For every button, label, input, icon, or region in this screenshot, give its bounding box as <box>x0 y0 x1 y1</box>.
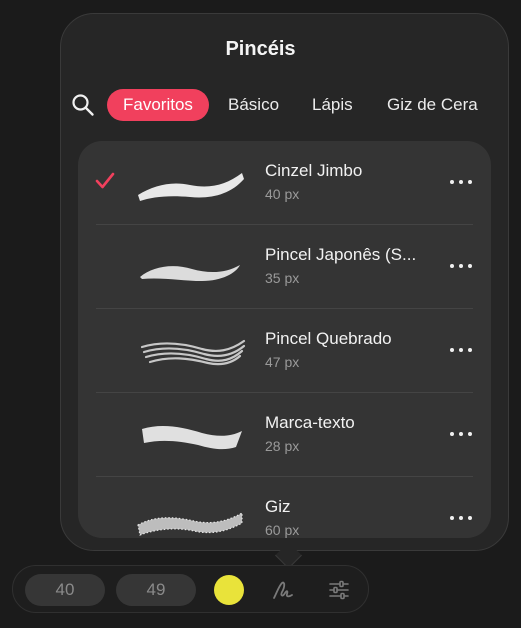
brush-preview-giz <box>137 511 243 536</box>
brush-name: Cinzel Jimbo <box>265 161 363 180</box>
brush-list: Cinzel Jimbo 40 px Pincel Japonês (S... … <box>78 141 491 538</box>
brush-size: 28 px <box>265 438 300 454</box>
tab-giz-de-cera[interactable]: Giz de Cera <box>387 89 478 121</box>
more-options-icon[interactable] <box>448 169 476 195</box>
bottom-toolbar: 40 49 <box>12 565 369 613</box>
panel-title: Pincéis <box>225 38 296 60</box>
more-options-icon[interactable] <box>448 421 476 447</box>
brush-row-cinzel-jimbo[interactable]: Cinzel Jimbo 40 px <box>78 141 491 225</box>
brush-preview-cinzel-jimbo <box>138 173 244 201</box>
brush-size: 47 px <box>265 354 300 370</box>
tab-basico[interactable]: Básico <box>228 89 279 121</box>
sliders-icon[interactable] <box>327 578 351 602</box>
brush-size: 35 px <box>265 270 300 286</box>
brush-size-value[interactable]: 40 <box>25 574 105 606</box>
brush-name: Pincel Japonês (S... <box>265 245 417 264</box>
brush-row-pincel-quebrado[interactable]: Pincel Quebrado 47 px <box>78 309 491 393</box>
brush-row-marca-texto[interactable]: Marca-texto 28 px <box>78 393 491 477</box>
brush-opacity-value[interactable]: 49 <box>116 574 196 606</box>
brush-stroke-icon[interactable] <box>271 578 295 602</box>
brush-preview-pincel-quebrado <box>140 339 246 366</box>
tab-favoritos[interactable]: Favoritos <box>107 89 209 121</box>
color-swatch[interactable] <box>214 575 244 605</box>
brush-name: Giz <box>265 497 291 516</box>
brush-size: 40 px <box>265 186 300 202</box>
brush-row-pincel-japones[interactable]: Pincel Japonês (S... 35 px <box>78 225 491 309</box>
more-options-icon[interactable] <box>448 253 476 279</box>
brush-row-giz[interactable]: Giz 60 px <box>78 477 491 538</box>
brush-preview-pincel-japones <box>140 265 240 281</box>
more-options-icon[interactable] <box>448 337 476 363</box>
brush-name: Pincel Quebrado <box>265 329 392 348</box>
more-options-icon[interactable] <box>448 505 476 531</box>
search-icon[interactable] <box>70 92 96 118</box>
brush-size: 60 px <box>265 522 300 538</box>
checkmark-icon <box>95 172 115 189</box>
tab-lapis[interactable]: Lápis <box>312 89 353 121</box>
brush-preview-marca-texto <box>142 426 242 450</box>
brush-name: Marca-texto <box>265 413 355 432</box>
